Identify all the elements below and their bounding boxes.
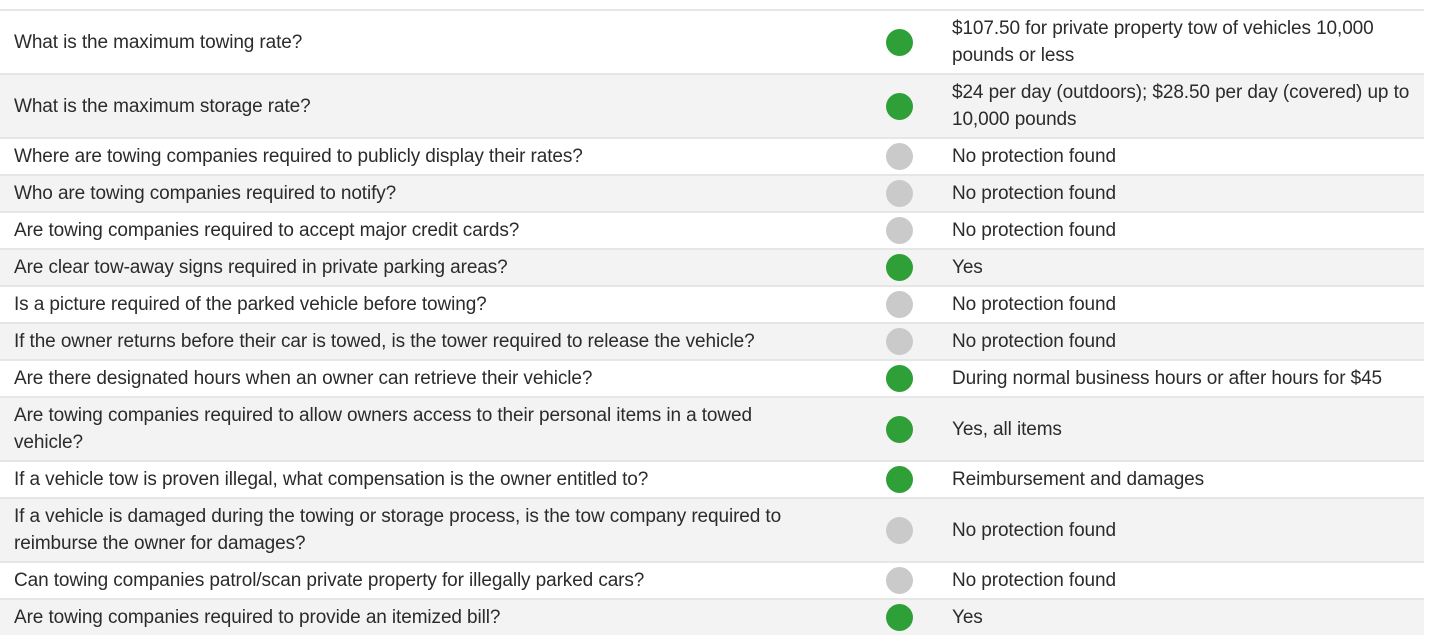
table-row: Are towing companies required to accept …	[0, 211, 1424, 248]
answer-cell: Reimbursement and damages	[952, 469, 1205, 490]
answer-cell: No protection found	[952, 519, 1116, 541]
question-cell: Who are towing companies required to not…	[14, 183, 397, 204]
table-row: If the owner returns before their car is…	[0, 322, 1424, 359]
answer-cell: No protection found	[952, 294, 1116, 315]
question-cell: What is the maximum storage rate?	[14, 95, 311, 117]
gray-status-dot-icon	[885, 291, 913, 318]
table-row: Are there designated hours when an owner…	[0, 359, 1424, 396]
table-row: Are towing companies required to allow o…	[0, 396, 1424, 460]
question-cell: If the owner returns before their car is…	[14, 331, 755, 352]
gray-status-dot-icon	[885, 217, 913, 244]
question-cell: Are there designated hours when an owner…	[14, 368, 593, 389]
gray-status-dot-icon	[885, 180, 913, 207]
question-cell: Where are towing companies required to p…	[14, 146, 583, 167]
answer-cell: Yes	[952, 607, 983, 628]
question-cell: Can towing companies patrol/scan private…	[14, 570, 645, 591]
answer-cell: Yes, all items	[952, 418, 1062, 440]
question-cell: Are towing companies required to allow o…	[14, 405, 752, 453]
answer-cell: During normal business hours or after ho…	[952, 368, 1383, 389]
table-row: If a vehicle tow is proven illegal, what…	[0, 460, 1424, 497]
table-row: What is the maximum towing rate? $107.50…	[0, 9, 1424, 73]
question-cell: Are towing companies required to provide…	[14, 607, 501, 628]
question-cell: If a vehicle tow is proven illegal, what…	[14, 469, 649, 490]
table-row: Who are towing companies required to not…	[0, 174, 1424, 211]
answer-cell: No protection found	[952, 570, 1116, 591]
question-cell: Is a picture required of the parked vehi…	[14, 294, 487, 315]
green-status-dot-icon	[885, 365, 913, 392]
question-cell: What is the maximum towing rate?	[14, 31, 303, 53]
towing-protections-table: What is the maximum towing rate? $107.50…	[0, 9, 1424, 635]
gray-status-dot-icon	[885, 143, 913, 170]
table-row: Can towing companies patrol/scan private…	[0, 561, 1424, 598]
green-status-dot-icon	[885, 254, 913, 281]
question-cell: If a vehicle is damaged during the towin…	[14, 506, 782, 554]
answer-cell: No protection found	[952, 183, 1116, 204]
green-status-dot-icon	[885, 92, 913, 120]
gray-status-dot-icon	[885, 567, 913, 594]
table-row: If a vehicle is damaged during the towin…	[0, 497, 1424, 561]
answer-cell: No protection found	[952, 146, 1116, 167]
answer-cell: $107.50 for private property tow of vehi…	[952, 18, 1374, 66]
green-status-dot-icon	[885, 604, 913, 631]
question-cell: Are clear tow-away signs required in pri…	[14, 257, 508, 278]
table-row: Where are towing companies required to p…	[0, 137, 1424, 174]
gray-status-dot-icon	[885, 516, 913, 544]
green-status-dot-icon	[885, 28, 913, 56]
gray-status-dot-icon	[885, 328, 913, 355]
answer-cell: No protection found	[952, 331, 1116, 352]
question-cell: Are towing companies required to accept …	[14, 220, 520, 241]
green-status-dot-icon	[885, 415, 913, 443]
table-row: What is the maximum storage rate? $24 pe…	[0, 73, 1424, 137]
answer-cell: $24 per day (outdoors); $28.50 per day (…	[952, 82, 1410, 130]
answer-cell: Yes	[952, 257, 983, 278]
answer-cell: No protection found	[952, 220, 1116, 241]
table-row: Are clear tow-away signs required in pri…	[0, 248, 1424, 285]
table-row: Is a picture required of the parked vehi…	[0, 285, 1424, 322]
table-row: Are towing companies required to provide…	[0, 598, 1424, 635]
green-status-dot-icon	[885, 466, 913, 493]
